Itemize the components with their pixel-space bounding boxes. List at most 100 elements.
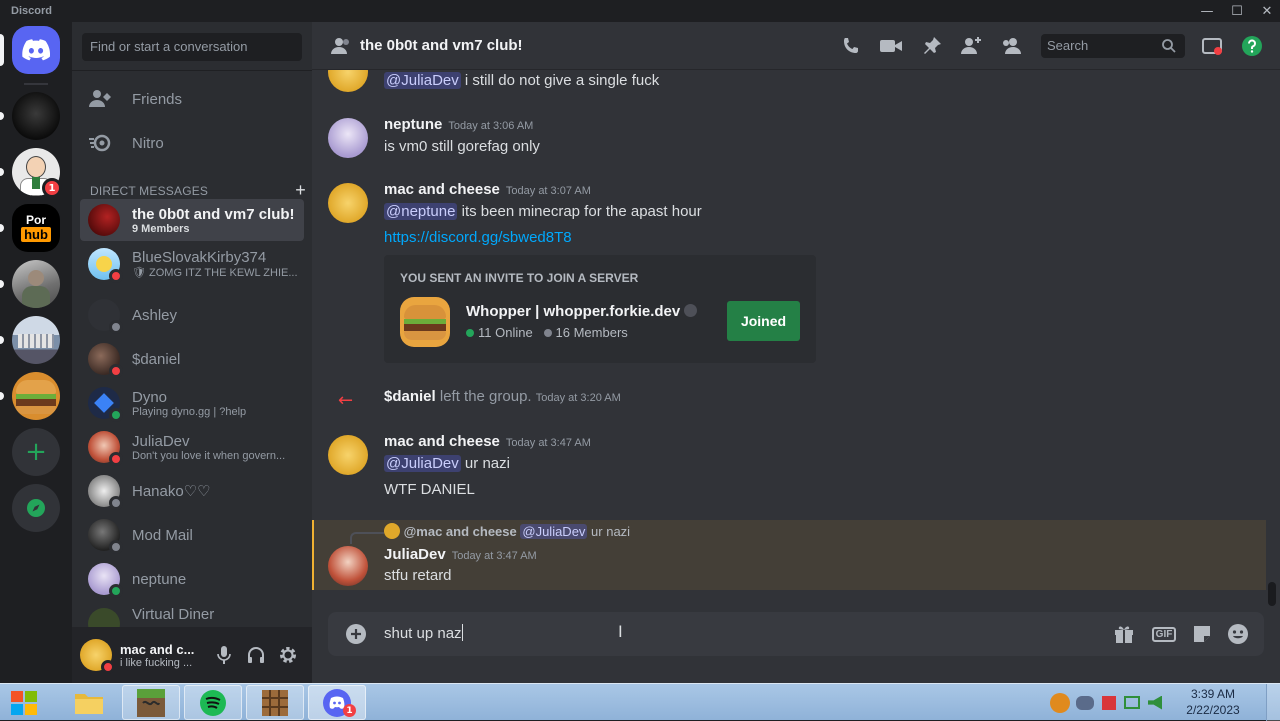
user-avatar[interactable] <box>80 639 115 674</box>
minimize-button[interactable]: — <box>1192 0 1222 22</box>
home-button[interactable] <box>0 26 60 74</box>
nitro-nav[interactable]: Nitro <box>80 122 304 164</box>
reply-preview[interactable]: @mac and cheese @JuliaDev ur nazi <box>384 523 630 539</box>
member-list-icon[interactable] <box>1000 34 1024 58</box>
member-count: 16 Members <box>555 325 628 340</box>
window-title: Discord <box>11 5 52 17</box>
timestamp: Today at 3:47 AM <box>451 550 537 562</box>
tray-expand-icon[interactable] <box>1050 692 1070 713</box>
system-user[interactable]: $daniel <box>384 388 436 405</box>
avatar[interactable] <box>328 183 368 223</box>
find-conversation-button[interactable]: Find or start a conversation <box>82 33 302 61</box>
avatar <box>88 431 123 466</box>
scrollbar[interactable] <box>1268 72 1276 606</box>
settings-gear-icon[interactable] <box>276 643 300 667</box>
message-text: stfu retard <box>384 567 452 584</box>
help-icon[interactable] <box>1240 34 1264 58</box>
dm-item-ashley[interactable]: Ashley <box>80 294 304 336</box>
show-desktop-button[interactable] <box>1266 684 1280 721</box>
avatar[interactable] <box>328 435 368 475</box>
message-composer[interactable]: shut up naz I GIF <box>328 612 1264 656</box>
sticker-icon[interactable] <box>1190 622 1214 646</box>
server-icon-building[interactable] <box>0 316 60 364</box>
leave-arrow-icon: ← <box>338 390 354 411</box>
server-icon-hub[interactable]: Por hub <box>0 204 60 252</box>
close-button[interactable]: ✕ <box>1252 0 1280 22</box>
dm-item-modmail[interactable]: Mod Mail <box>80 514 304 556</box>
crafting-table-icon <box>262 689 288 716</box>
server-icon-burger[interactable] <box>0 372 60 420</box>
timestamp: Today at 3:06 AM <box>448 120 534 132</box>
attach-plus-icon[interactable] <box>344 622 368 646</box>
taskbar-clock[interactable]: 3:39 AM 2/22/2023 <box>1178 686 1248 718</box>
headphones-icon[interactable] <box>244 643 268 667</box>
server-list: 1 Por hub + <box>0 22 72 683</box>
user-status: i like fucking ... <box>120 656 193 669</box>
start-button[interactable] <box>0 685 50 720</box>
avatar[interactable] <box>328 118 368 158</box>
server-invite-card: YOU SENT AN INVITE TO JOIN A SERVER Whop… <box>384 255 816 363</box>
spotify-icon <box>200 689 226 716</box>
server-icon-dark[interactable] <box>0 92 60 140</box>
dm-item-juliadev[interactable]: JuliaDev Don't you love it when govern... <box>80 426 304 468</box>
tray-discord-icon[interactable] <box>1076 695 1094 710</box>
dm-item-group[interactable]: the 0b0t and vm7 club! 9 Members <box>80 199 304 241</box>
server-icon-photo[interactable] <box>0 260 60 308</box>
dm-item-virtual-diner[interactable]: Virtual Diner <box>80 602 304 630</box>
group-dm-icon <box>330 36 352 60</box>
spotify-taskbar-button[interactable] <box>184 685 242 720</box>
plus-icon: + <box>12 428 60 476</box>
mentioned-message: @mac and cheese @JuliaDev ur nazi JuliaD… <box>312 520 1266 590</box>
tray-network-icon[interactable] <box>1124 696 1140 709</box>
server-icon-peter[interactable]: 1 <box>0 148 62 198</box>
dm-item-blueslovakkirby[interactable]: BlueSlovakKirby374 🛡 ZOMG ITZ THE KEWL ZH… <box>80 243 304 285</box>
text-cursor-icon: I <box>618 622 623 641</box>
message-author[interactable]: mac and cheese <box>384 433 500 450</box>
microphone-icon[interactable] <box>212 643 236 667</box>
file-explorer-taskbar-button[interactable] <box>60 685 118 720</box>
tray-volume-icon[interactable] <box>1148 695 1162 710</box>
friends-nav[interactable]: Friends <box>80 78 304 120</box>
message-text: WTF DANIEL <box>384 481 475 498</box>
minecraft-launcher-taskbar-button[interactable] <box>122 685 180 720</box>
mention[interactable]: @neptune <box>384 203 458 220</box>
create-dm-button[interactable]: + <box>295 180 306 201</box>
avatar <box>88 248 123 283</box>
friends-icon <box>80 89 120 109</box>
explore-servers-button[interactable] <box>12 484 60 532</box>
joined-button[interactable]: Joined <box>727 301 800 341</box>
mention[interactable]: @JuliaDev <box>384 72 461 89</box>
avatar <box>88 204 120 236</box>
server-icon <box>400 297 450 347</box>
tray-flag-icon[interactable] <box>1102 695 1116 710</box>
message-input[interactable]: shut up naz <box>384 624 463 642</box>
discord-taskbar-button[interactable]: 1 <box>308 685 366 720</box>
compass-icon <box>12 484 60 532</box>
video-call-icon[interactable] <box>879 34 903 58</box>
message-author[interactable]: JuliaDev <box>384 546 446 563</box>
gif-icon[interactable]: GIF <box>1151 622 1177 646</box>
mention[interactable]: @JuliaDev <box>384 455 461 472</box>
avatar[interactable] <box>328 546 368 586</box>
avatar <box>88 299 123 334</box>
voice-call-icon[interactable] <box>839 34 863 58</box>
user-name: mac and c... <box>120 641 195 657</box>
add-friends-to-dm-icon[interactable] <box>960 34 984 58</box>
dm-item-hanako[interactable]: Hanako♡♡ <box>80 470 304 512</box>
maximize-button[interactable]: ☐ <box>1222 0 1252 22</box>
message-author[interactable]: neptune <box>384 116 442 133</box>
gift-icon[interactable] <box>1112 622 1136 646</box>
dm-item-neptune[interactable]: neptune <box>80 558 304 600</box>
avatar <box>88 475 123 510</box>
add-server-button[interactable]: + <box>12 428 60 476</box>
dm-item-daniel[interactable]: $daniel <box>80 338 304 380</box>
invite-link[interactable]: https://discord.gg/sbwed8T8 <box>384 229 572 246</box>
minecraft-taskbar-button[interactable] <box>246 685 304 720</box>
dm-item-dyno[interactable]: Dyno Playing dyno.gg | ?help <box>80 382 304 424</box>
emoji-icon[interactable] <box>1226 622 1250 646</box>
invite-server-name: Whopper | whopper.forkie.dev <box>466 303 681 320</box>
reply-avatar <box>384 523 400 539</box>
inbox-icon[interactable] <box>1200 34 1224 58</box>
pin-icon[interactable] <box>920 34 944 58</box>
message-author[interactable]: mac and cheese <box>384 181 500 198</box>
